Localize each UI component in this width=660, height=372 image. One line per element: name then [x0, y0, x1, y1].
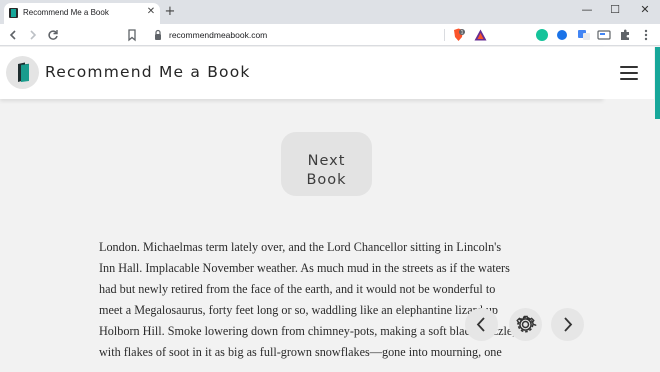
screenshot-icon[interactable]	[597, 28, 611, 42]
chevron-left-icon	[476, 317, 485, 332]
settings-button[interactable]	[509, 308, 542, 341]
brave-shield-icon[interactable]: 1	[452, 28, 465, 42]
menu-line	[620, 78, 638, 80]
scrollbar-thumb[interactable]	[655, 47, 660, 119]
browser-tabstrip: Recommend Me a Book ✕ + — ☐ ✕	[0, 0, 660, 24]
bookmark-icon[interactable]	[125, 28, 139, 42]
kebab-menu-icon[interactable]	[639, 28, 653, 42]
excerpt-line: with flakes of soot in it as big as full…	[99, 345, 502, 359]
tab-favicon-icon	[9, 8, 18, 18]
tab-close-icon[interactable]: ✕	[146, 6, 156, 18]
scrollbar-track[interactable]	[655, 119, 660, 372]
close-window-button[interactable]: ✕	[634, 1, 656, 19]
excerpt-line: had but newly retired from the face of t…	[99, 282, 496, 296]
browser-tab[interactable]: Recommend Me a Book ✕	[4, 3, 160, 24]
reload-icon[interactable]	[46, 28, 60, 42]
previous-button[interactable]	[465, 308, 498, 341]
menu-line	[620, 72, 638, 74]
lock-icon	[155, 29, 161, 40]
browser-toolbar: recommendmeabook.com 1	[0, 24, 660, 46]
translate-icon[interactable]	[577, 28, 591, 42]
gear-icon	[516, 315, 537, 333]
maximize-button[interactable]: ☐	[604, 1, 626, 19]
forward-arrow-icon[interactable]	[26, 28, 40, 42]
book-excerpt: London. Michaelmas term lately over, and…	[99, 237, 559, 363]
grammarly-icon[interactable]	[536, 29, 548, 41]
next-book-label-line2: Book	[306, 171, 347, 188]
puzzle-icon[interactable]	[618, 28, 632, 42]
site-title[interactable]: Recommend Me a Book	[45, 63, 251, 81]
site-header: Recommend Me a Book	[0, 47, 603, 99]
next-book-button[interactable]: Next Book	[281, 132, 372, 196]
next-book-label-line1: Next	[307, 152, 346, 169]
excerpt-line: London. Michaelmas term lately over, and…	[99, 240, 502, 254]
url-text[interactable]: recommendmeabook.com	[169, 29, 267, 41]
menu-line	[620, 66, 638, 68]
excerpt-line: Inn Hall. Implacable November weather. A…	[99, 261, 510, 275]
address-bar-divider	[444, 29, 445, 41]
back-arrow-icon[interactable]	[6, 28, 20, 42]
site-logo[interactable]	[6, 56, 39, 89]
address-bar[interactable]: recommendmeabook.com 1	[148, 26, 494, 44]
brave-rewards-icon[interactable]	[474, 29, 487, 41]
extension-blue-icon[interactable]	[557, 30, 567, 40]
minimize-button[interactable]: —	[576, 1, 598, 19]
next-button[interactable]	[551, 308, 584, 341]
hamburger-menu-icon[interactable]	[620, 66, 638, 80]
menu-panel	[603, 47, 654, 99]
book-logo-icon	[18, 62, 30, 82]
chevron-right-icon	[564, 317, 573, 332]
tab-title: Recommend Me a Book	[23, 8, 109, 17]
new-tab-icon[interactable]: +	[164, 5, 176, 19]
brave-badge: 1	[461, 30, 464, 36]
